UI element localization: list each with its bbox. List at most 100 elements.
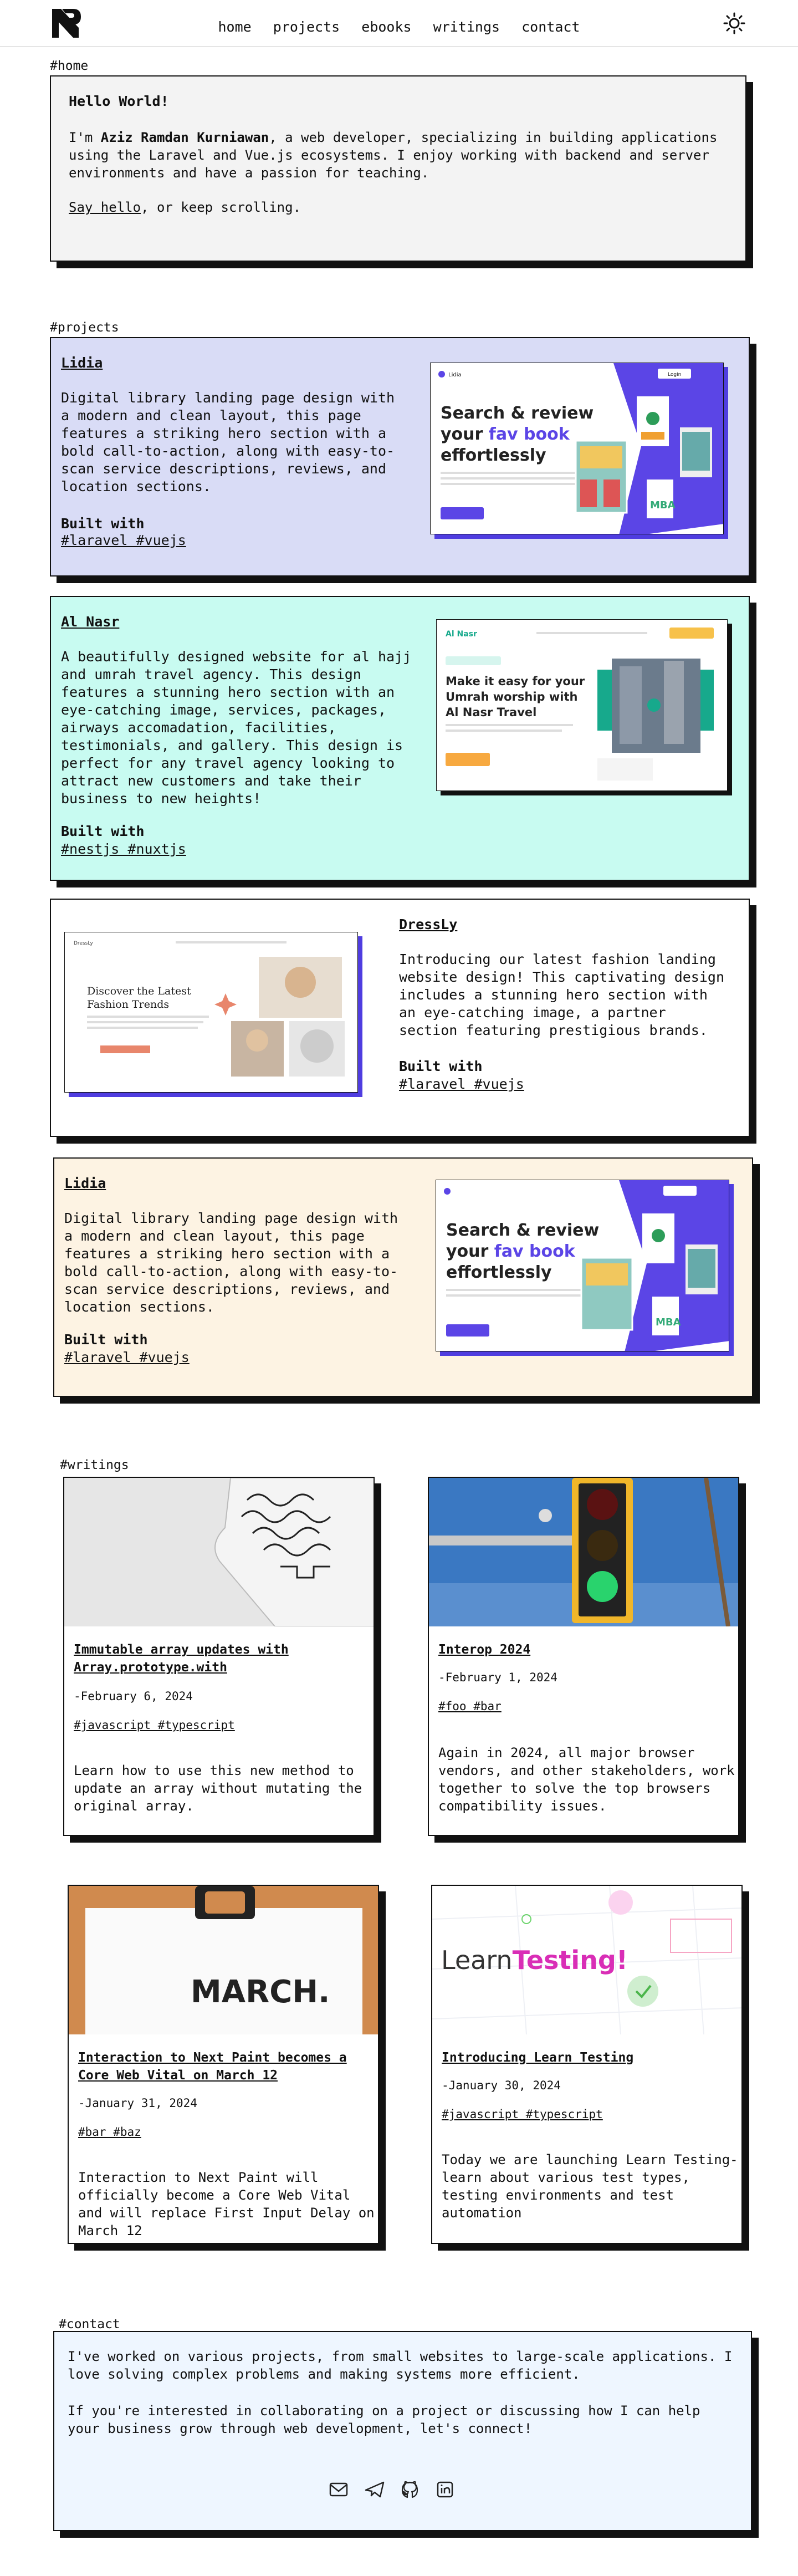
intro-prefix: I'm	[69, 130, 101, 145]
keep-scrolling-text: , or keep scrolling.	[141, 200, 301, 215]
lidia-preview-image: Search & review your fav book effortless…	[436, 1180, 729, 1351]
contact-paragraph-2: If you're interested in collaborating on…	[68, 2403, 700, 2436]
project-description: Digital library landing page design with…	[64, 1210, 398, 1315]
svg-text:Discover the Latest: Discover the Latest	[87, 985, 191, 997]
post-date: -February 1, 2024	[438, 1671, 557, 1684]
svg-text:your fav book: your fav book	[446, 1242, 576, 1261]
post-date: -January 30, 2024	[442, 2079, 561, 2092]
post-card-immutable-array[interactable]: Immutable array updates with Array.proto…	[63, 1477, 375, 1836]
cover-testing-text: Testing!	[513, 1945, 628, 1975]
project-preview-lidia-2: Search & review your fav book effortless…	[436, 1180, 729, 1351]
project-card-dressly[interactable]: DressLy Discover the Latest Fashion Tren…	[50, 899, 750, 1137]
author-name: Aziz Ramdan Kurniawan	[100, 130, 269, 145]
svg-text:LearnTesting!: LearnTesting!	[441, 1945, 628, 1975]
say-hello-line: Say hello, or keep scrolling.	[69, 200, 301, 215]
svg-text:Lidia: Lidia	[448, 372, 462, 378]
dressly-preview-image: DressLy Discover the Latest Fashion Tren…	[65, 932, 357, 1092]
project-tags[interactable]: #laravel #vuejs	[399, 1076, 524, 1092]
project-preview-dressly: DressLy Discover the Latest Fashion Tren…	[64, 932, 358, 1093]
project-preview-lidia: Lidia Login Search & review your fav boo…	[430, 363, 724, 534]
svg-text:Al Nasr: Al Nasr	[446, 630, 477, 639]
post-tags[interactable]: #foo #bar	[438, 1700, 502, 1713]
post-tags[interactable]: #javascript #typescript	[74, 1718, 235, 1732]
post-description: Again in 2024, all major browser vendors…	[438, 1745, 735, 1814]
built-with-label: Built with	[61, 823, 145, 839]
svg-text:MBA: MBA	[650, 499, 676, 511]
project-tags[interactable]: #nestjs #nuxtjs	[61, 841, 186, 857]
home-section-label: #home	[50, 59, 89, 73]
writings-section-label: #writings	[60, 1458, 129, 1472]
post-description: Today we are launching Learn Testing-lea…	[442, 2152, 738, 2221]
project-title[interactable]: DressLy	[399, 916, 457, 932]
post-date: -February 6, 2024	[74, 1690, 193, 1703]
project-card-al-nasr[interactable]: Al Nasr A beautifully designed website f…	[50, 596, 750, 881]
svg-text:Search & review: Search & review	[441, 404, 594, 423]
contact-section-label: #contact	[59, 2317, 120, 2332]
nav-link-contact[interactable]: contact	[521, 19, 580, 35]
post-cover-image	[64, 1478, 374, 1626]
svg-text:Umrah worship with: Umrah worship with	[446, 690, 578, 703]
project-card-lidia[interactable]: Lidia Digital library landing page desig…	[50, 337, 750, 577]
social-links	[0, 2478, 798, 2502]
project-preview-al-nasr: Al Nasr Make it easy for your Umrah wors…	[436, 619, 728, 791]
cover-march-text: MARCH.	[191, 1974, 330, 2010]
nav-link-projects[interactable]: projects	[273, 19, 340, 35]
post-title[interactable]: Immutable array updates with Array.proto…	[74, 1641, 367, 1676]
al-nasr-preview-image: Al Nasr Make it easy for your Umrah wors…	[437, 620, 727, 790]
project-tags[interactable]: #laravel #vuejs	[64, 1349, 190, 1365]
post-card-inp-core-web-vital[interactable]: MARCH. Interaction to Next Paint becomes…	[68, 1885, 379, 2244]
built-with-label: Built with	[61, 516, 145, 532]
cover-learn-text: Learn	[441, 1945, 513, 1975]
nav-link-ebooks[interactable]: ebooks	[361, 19, 411, 35]
nav-link-home[interactable]: home	[218, 19, 252, 35]
intro-paragraph: I'm Aziz Ramdan Kurniawan, a web develop…	[69, 129, 728, 182]
post-cover-image: LearnTesting!	[432, 1886, 741, 2034]
svg-text:Al Nasr Travel: Al Nasr Travel	[446, 706, 536, 719]
main-nav: home projects ebooks writings contact	[0, 19, 798, 35]
post-tags[interactable]: #javascript #typescript	[442, 2108, 603, 2121]
linkedin-icon[interactable]	[437, 2481, 453, 2498]
say-hello-link[interactable]: Say hello	[69, 200, 141, 215]
post-title[interactable]: Introducing Learn Testing	[442, 2049, 735, 2067]
contact-paragraph-1: I've worked on various projects, from sm…	[68, 2349, 733, 2382]
telegram-icon[interactable]	[365, 2481, 385, 2498]
post-card-interop-2024[interactable]: Interop 2024 -February 1, 2024 #foo #bar…	[428, 1477, 739, 1836]
post-card-learn-testing[interactable]: LearnTesting! Introducing Learn Testing …	[431, 1885, 743, 2244]
project-title[interactable]: Lidia	[61, 355, 103, 371]
svg-text:Login: Login	[668, 372, 681, 378]
project-description: Digital library landing page design with…	[61, 390, 395, 494]
svg-text:your fav book: your fav book	[441, 425, 570, 444]
lidia-preview-image: Lidia Login Search & review your fav boo…	[431, 363, 723, 534]
theme-toggle-sun-icon[interactable]	[723, 12, 745, 34]
post-description: Learn how to use this new method to upda…	[74, 1763, 362, 1814]
mail-icon[interactable]	[329, 2482, 348, 2497]
svg-text:Search & review: Search & review	[446, 1221, 599, 1240]
nav-link-writings[interactable]: writings	[433, 19, 500, 35]
post-title[interactable]: Interop 2024	[438, 1641, 732, 1659]
github-icon[interactable]	[401, 2481, 418, 2498]
built-with-label: Built with	[399, 1058, 483, 1074]
post-cover-image	[429, 1478, 738, 1626]
svg-text:Fashion Trends: Fashion Trends	[87, 998, 169, 1011]
top-navbar: home projects ebooks writings contact	[0, 0, 798, 47]
post-date: -January 31, 2024	[78, 2096, 197, 2110]
post-cover-image: MARCH.	[69, 1886, 378, 2034]
svg-text:Make it easy for your: Make it easy for your	[446, 675, 585, 688]
project-description: Introducing our latest fashion landing w…	[399, 951, 724, 1038]
svg-text:DressLy: DressLy	[74, 941, 94, 946]
project-tags[interactable]: #laravel #vuejs	[61, 532, 186, 548]
project-title[interactable]: Lidia	[64, 1175, 106, 1191]
projects-section-label: #projects	[50, 320, 119, 335]
post-description: Interaction to Next Paint will officiall…	[78, 2170, 375, 2238]
built-with-label: Built with	[64, 1332, 148, 1348]
greeting-heading: Hello World!	[69, 93, 169, 109]
home-card: Hello World! I'm Aziz Ramdan Kurniawan, …	[50, 75, 746, 262]
project-title[interactable]: Al Nasr	[61, 614, 119, 630]
svg-text:MBA: MBA	[656, 1317, 681, 1328]
post-tags[interactable]: #bar #baz	[78, 2125, 141, 2139]
project-card-lidia-2[interactable]: Lidia Digital library landing page desig…	[53, 1157, 753, 1397]
project-description: A beautifully designed website for al ha…	[61, 649, 412, 807]
social-icons-row	[329, 2481, 453, 2498]
post-title[interactable]: Interaction to Next Paint becomes a Core…	[78, 2049, 372, 2084]
svg-text:effortlessly: effortlessly	[441, 446, 546, 465]
